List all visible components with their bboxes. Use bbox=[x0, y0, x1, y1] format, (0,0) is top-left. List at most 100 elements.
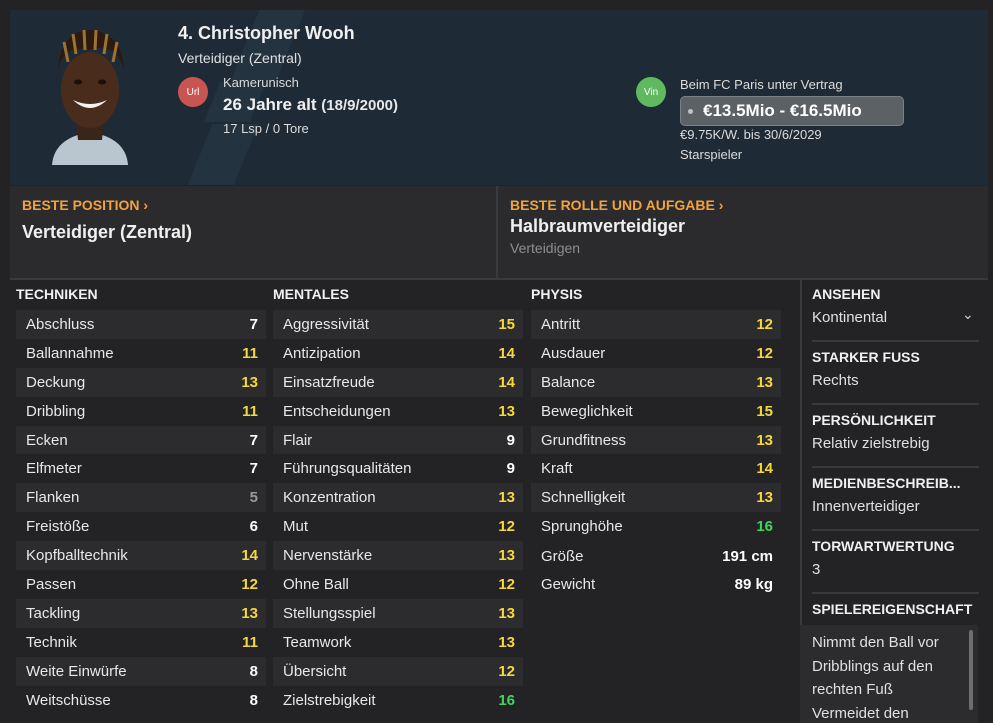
attribute-label: Tackling bbox=[26, 604, 81, 622]
attribute-row[interactable]: Weite Einwürfe 8 bbox=[16, 656, 266, 686]
attribute-value: 16 bbox=[756, 518, 773, 536]
transfer-value-text: €13.5Mio - €16.5Mio bbox=[703, 101, 862, 120]
club-badge[interactable]: Vin bbox=[636, 77, 666, 107]
transfer-value[interactable]: €13.5Mio - €16.5Mio bbox=[680, 96, 904, 126]
attribute-row[interactable]: Kraft 14 bbox=[531, 454, 781, 484]
goalkeeper-rating-section: TORWARTWERTUNG 3 bbox=[812, 538, 979, 594]
attribute-row[interactable]: Dribbling 11 bbox=[16, 396, 266, 426]
attribute-label: Sprunghöhe bbox=[541, 518, 623, 536]
attribute-label: Mut bbox=[283, 518, 309, 536]
preferred-foot-value: Rechts bbox=[812, 372, 859, 389]
goalkeeper-rating-value: 3 bbox=[812, 561, 821, 578]
contract-status[interactable]: Beim FC Paris unter Vertrag bbox=[680, 77, 843, 92]
attribute-value: 14 bbox=[498, 373, 515, 391]
attribute-row[interactable]: Sprunghöhe 16 bbox=[531, 512, 781, 542]
traits-heading: SPIELEREIGENSCHAFT bbox=[812, 601, 973, 617]
attribute-value: 13 bbox=[241, 604, 258, 622]
player-position: Verteidiger (Zentral) bbox=[178, 50, 302, 66]
attribute-row[interactable]: Konzentration 13 bbox=[273, 483, 523, 513]
attribute-label: Stellungsspiel bbox=[283, 604, 376, 622]
attribute-value: 11 bbox=[242, 402, 258, 420]
attribute-label: Schnelligkeit bbox=[541, 489, 626, 507]
media-description-section: MEDIENBESCHREIB... Innenverteidiger bbox=[812, 475, 979, 531]
best-role-heading[interactable]: BESTE ROLLE UND AUFGABE › bbox=[510, 197, 723, 213]
trait-item: Nimmt den Ball vor Dribblings auf den re… bbox=[812, 634, 939, 698]
personality-section: PERSÖNLICHKEIT Relativ zielstrebig bbox=[812, 412, 979, 468]
attribute-value: 13 bbox=[756, 373, 773, 391]
best-position-heading[interactable]: BESTE POSITION › bbox=[22, 197, 148, 213]
attribute-row[interactable]: Grundfitness 13 bbox=[531, 425, 781, 455]
mental-attributes: Aggressivität 15 Antizipation 14 Einsatzfreu… bbox=[273, 310, 523, 715]
attribute-row[interactable]: Nervenstärke 13 bbox=[273, 541, 523, 571]
best-position-panel[interactable]: BESTE POSITION › Verteidiger (Zentral) bbox=[10, 186, 496, 278]
attribute-label: Zielstrebigkeit bbox=[283, 691, 376, 709]
attribute-value: 13 bbox=[498, 604, 515, 622]
attribute-row[interactable]: Passen 12 bbox=[16, 570, 266, 599]
attribute-row[interactable]: Flanken 5 bbox=[16, 483, 266, 513]
attribute-row[interactable]: Schnelligkeit 13 bbox=[531, 483, 781, 513]
attribute-row[interactable]: Flair 9 bbox=[273, 425, 523, 455]
attribute-row[interactable]: Kopfballtechnik 14 bbox=[16, 541, 266, 571]
value-dot-icon bbox=[688, 109, 693, 114]
physical-attributes: Antritt 12 Ausdauer 12 Balance 13 Beweglichkei… bbox=[531, 310, 781, 542]
preferred-foot-heading: STARKER FUSS bbox=[812, 349, 920, 365]
attribute-row[interactable]: Freistöße 6 bbox=[16, 512, 266, 542]
attribute-row[interactable]: Weitschüsse 8 bbox=[16, 685, 266, 715]
header-stripe bbox=[230, 10, 306, 80]
attribute-row[interactable]: Aggressivität 15 bbox=[273, 310, 523, 339]
player-portrait[interactable] bbox=[40, 20, 140, 165]
attribute-row[interactable]: Ohne Ball 12 bbox=[273, 570, 523, 599]
attribute-value: 11 bbox=[242, 633, 258, 651]
attribute-row[interactable]: Teamwork 13 bbox=[273, 627, 523, 657]
attribute-label: Weite Einwürfe bbox=[26, 662, 127, 680]
attribute-row[interactable]: Übersicht 12 bbox=[273, 656, 523, 686]
mental-heading: MENTALES bbox=[273, 286, 349, 302]
attribute-label: Elfmeter bbox=[26, 460, 82, 478]
attribute-row[interactable]: Technik 11 bbox=[16, 627, 266, 657]
attribute-row[interactable]: Zielstrebigkeit 16 bbox=[273, 685, 523, 715]
attribute-value: 6 bbox=[249, 518, 258, 536]
attribute-row[interactable]: Ecken 7 bbox=[16, 425, 266, 455]
traits-list[interactable]: Nimmt den Ball vor Dribblings auf den re… bbox=[800, 625, 978, 723]
attribute-label: Teamwork bbox=[283, 633, 352, 651]
nationality-badge[interactable]: Url bbox=[178, 77, 208, 107]
attribute-row[interactable]: Beweglichkeit 15 bbox=[531, 396, 781, 426]
weight-row: Gewicht 89 kg bbox=[531, 570, 781, 599]
attribute-row[interactable]: Ballannahme 11 bbox=[16, 338, 266, 368]
attribute-value: 12 bbox=[241, 575, 258, 593]
traits-scrollbar[interactable] bbox=[969, 630, 973, 710]
attribute-row[interactable]: Tackling 13 bbox=[16, 598, 266, 628]
attribute-label: Weitschüsse bbox=[26, 691, 111, 709]
attribute-value: 7 bbox=[249, 315, 258, 333]
best-role-panel[interactable]: BESTE ROLLE UND AUFGABE › Halbraumvertei… bbox=[498, 186, 988, 278]
attribute-row[interactable]: Entscheidungen 13 bbox=[273, 396, 523, 426]
attribute-value: 12 bbox=[498, 518, 515, 536]
attribute-value: 8 bbox=[249, 662, 258, 680]
attribute-value: 15 bbox=[498, 315, 515, 333]
attribute-row[interactable]: Mut 12 bbox=[273, 512, 523, 542]
attribute-value: 13 bbox=[756, 431, 773, 449]
reputation-value: Kontinental bbox=[812, 309, 888, 326]
physical-heading: PHYSIS bbox=[531, 286, 583, 302]
chevron-down-icon[interactable]: ⌄ bbox=[962, 306, 974, 323]
attribute-label: Antizipation bbox=[283, 344, 361, 362]
height-row: Größe 191 cm bbox=[531, 542, 781, 571]
attribute-row[interactable]: Antizipation 14 bbox=[273, 338, 523, 368]
attribute-row[interactable]: Antritt 12 bbox=[531, 310, 781, 339]
attribute-value: 14 bbox=[241, 547, 258, 565]
weight-label: Gewicht bbox=[541, 575, 596, 593]
attribute-row[interactable]: Einsatzfreude 14 bbox=[273, 367, 523, 397]
attribute-value: 12 bbox=[498, 662, 515, 680]
attribute-row[interactable]: Ausdauer 12 bbox=[531, 338, 781, 368]
attribute-label: Ohne Ball bbox=[283, 575, 349, 593]
player-nationality[interactable]: Kamerunisch bbox=[223, 75, 299, 90]
attribute-value: 13 bbox=[498, 489, 515, 507]
attribute-row[interactable]: Balance 13 bbox=[531, 367, 781, 397]
reputation-section[interactable]: ANSEHEN Kontinental ⌄ bbox=[812, 286, 979, 342]
attribute-row[interactable]: Stellungsspiel 13 bbox=[273, 598, 523, 628]
attribute-row[interactable]: Führungsqualitäten 9 bbox=[273, 454, 523, 484]
attribute-row[interactable]: Elfmeter 7 bbox=[16, 454, 266, 484]
attribute-row[interactable]: Abschluss 7 bbox=[16, 310, 266, 339]
attribute-row[interactable]: Deckung 13 bbox=[16, 367, 266, 397]
attribute-label: Freistöße bbox=[26, 518, 90, 536]
